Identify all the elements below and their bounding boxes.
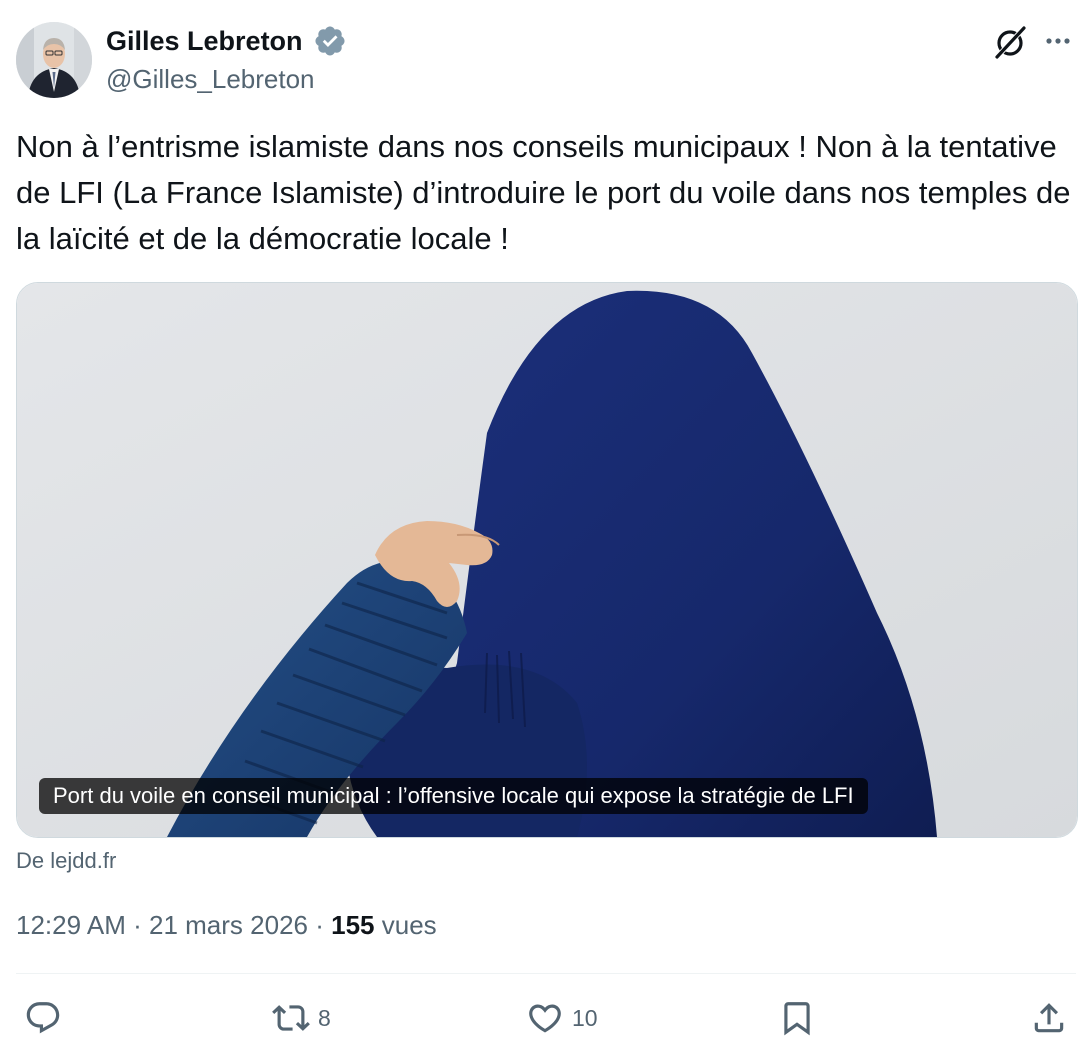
author-name[interactable]: Gilles Lebreton xyxy=(106,24,303,58)
views-label: vues xyxy=(381,910,437,940)
share-button[interactable] xyxy=(1030,998,1068,1038)
reply-button[interactable] xyxy=(24,998,62,1038)
author-handle[interactable]: @Gilles_Lebreton xyxy=(106,62,315,96)
meta-separator: · xyxy=(315,910,324,940)
repost-count: 8 xyxy=(318,1004,331,1031)
like-button[interactable]: 10 xyxy=(526,998,598,1038)
tweet-text: Non à l’entrisme islamiste dans nos cons… xyxy=(16,129,1071,256)
link-card[interactable]: Port du voile en conseil municipal : l’o… xyxy=(16,282,1078,838)
verified-badge-icon[interactable] xyxy=(313,24,347,58)
avatar[interactable] xyxy=(16,22,92,98)
link-card-caption: Port du voile en conseil municipal : l’o… xyxy=(39,778,868,814)
divider xyxy=(16,973,1076,974)
grok-icon[interactable] xyxy=(990,22,1030,62)
tweet-meta: 12:29 AM · 21 mars 2026 · 155 vues xyxy=(16,906,437,944)
repost-button[interactable]: 8 xyxy=(272,998,331,1038)
tweet-date[interactable]: 21 mars 2026 xyxy=(149,910,308,940)
bookmark-button[interactable] xyxy=(778,998,816,1038)
tweet-time[interactable]: 12:29 AM xyxy=(16,910,126,940)
repost-icon xyxy=(272,1005,310,1031)
article-image xyxy=(17,283,1077,837)
bookmark-icon xyxy=(784,1002,810,1036)
views-count: 155 xyxy=(331,910,375,940)
link-source[interactable]: De lejdd.fr xyxy=(16,846,116,876)
like-count: 10 xyxy=(572,1004,598,1031)
avatar-photo xyxy=(16,22,92,98)
more-options-icon[interactable] xyxy=(1040,26,1076,56)
share-icon xyxy=(1034,1003,1064,1033)
reply-icon xyxy=(26,1002,60,1034)
meta-separator: · xyxy=(133,910,142,940)
heart-icon xyxy=(529,1004,561,1033)
